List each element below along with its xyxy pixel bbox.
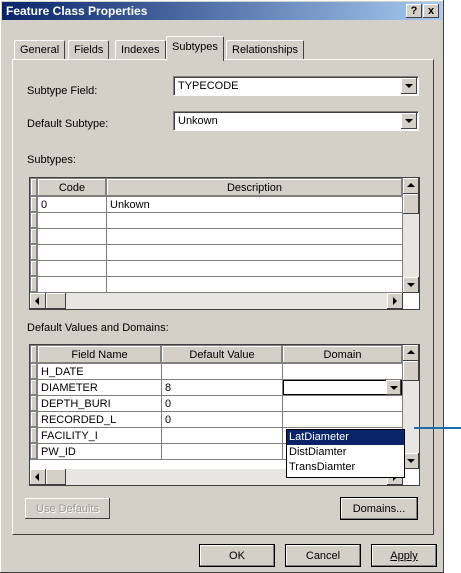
default-values-grid[interactable]: Field Name Default Value Domain H_DATE D… bbox=[29, 344, 420, 486]
row-header bbox=[30, 178, 38, 197]
table-row[interactable] bbox=[30, 244, 403, 261]
table-row[interactable] bbox=[30, 260, 403, 277]
subtype-field-value: TYPECODE bbox=[178, 80, 239, 92]
domains-button[interactable]: Domains... bbox=[340, 497, 418, 520]
scroll-thumb[interactable] bbox=[403, 194, 419, 214]
tab-subtypes[interactable]: Subtypes bbox=[166, 36, 224, 61]
column-header-code[interactable]: Code bbox=[37, 178, 107, 197]
default-subtype-value: Unkown bbox=[178, 115, 218, 127]
title-bar: Feature Class Properties ? x bbox=[2, 2, 442, 20]
scroll-thumb[interactable] bbox=[46, 469, 66, 485]
close-button[interactable]: x bbox=[423, 4, 439, 18]
chevron-down-icon[interactable] bbox=[401, 78, 417, 94]
domain-dropdown-list[interactable]: LatDiameter DistDiamter TransDiamter bbox=[286, 429, 405, 478]
table-row[interactable] bbox=[30, 276, 403, 293]
subtype-field-combo[interactable]: TYPECODE bbox=[173, 76, 419, 96]
tab-indexes[interactable]: Indexes bbox=[115, 40, 166, 59]
cell-code[interactable] bbox=[37, 244, 107, 261]
default-subtype-combo[interactable]: Unkown bbox=[173, 111, 419, 131]
cell-field-name[interactable]: H_DATE bbox=[37, 363, 162, 380]
cell-description[interactable] bbox=[106, 244, 403, 261]
table-row[interactable]: H_DATE bbox=[30, 363, 403, 380]
cell-description[interactable] bbox=[106, 276, 403, 293]
cell-field-name[interactable]: DIAMETER bbox=[37, 379, 162, 396]
table-row[interactable]: 0 Unkown bbox=[30, 196, 403, 213]
cell-field-name[interactable]: RECORDED_L bbox=[37, 411, 162, 428]
tab-relationships[interactable]: Relationships bbox=[226, 40, 305, 59]
domain-option-transdiamter[interactable]: TransDiamter bbox=[287, 460, 404, 475]
scroll-thumb[interactable] bbox=[46, 293, 66, 309]
tab-fields[interactable]: Fields bbox=[68, 40, 110, 59]
column-header-field-name[interactable]: Field Name bbox=[37, 345, 162, 364]
cell-code[interactable] bbox=[37, 228, 107, 245]
cell-field-name[interactable]: DEPTH_BURI bbox=[37, 395, 162, 412]
cell-field-name[interactable]: FACILITY_I bbox=[37, 427, 162, 444]
cell-code[interactable] bbox=[37, 260, 107, 277]
scroll-left-arrow-icon[interactable] bbox=[30, 469, 46, 485]
row-header bbox=[30, 345, 38, 364]
scroll-down-arrow-icon[interactable] bbox=[403, 277, 419, 293]
chevron-down-icon[interactable] bbox=[386, 380, 401, 395]
scroll-right-arrow-icon[interactable] bbox=[387, 293, 403, 309]
use-defaults-button[interactable]: Use Defaults bbox=[24, 497, 111, 520]
cell-description[interactable]: Unkown bbox=[106, 196, 403, 213]
cell-default-value[interactable] bbox=[161, 427, 283, 444]
cell-domain[interactable] bbox=[282, 363, 403, 380]
chevron-down-icon[interactable] bbox=[401, 113, 417, 129]
subtype-field-label: Subtype Field: bbox=[27, 85, 98, 97]
scroll-left-arrow-icon[interactable] bbox=[30, 293, 46, 309]
table-row[interactable] bbox=[30, 212, 403, 229]
help-button[interactable]: ? bbox=[406, 4, 422, 18]
cell-default-value[interactable]: 0 bbox=[161, 395, 283, 412]
cell-domain[interactable] bbox=[282, 411, 403, 428]
cell-description[interactable] bbox=[106, 260, 403, 277]
horizontal-scrollbar[interactable] bbox=[30, 293, 403, 309]
domain-option-distdiamter[interactable]: DistDiamter bbox=[287, 445, 404, 460]
subtypes-grid[interactable]: Code Description 0 Unkown bbox=[29, 177, 420, 310]
cell-default-value[interactable]: 8 bbox=[161, 379, 283, 396]
subtypes-label: Subtypes: bbox=[27, 154, 76, 166]
cell-default-value[interactable]: 0 bbox=[161, 411, 283, 428]
vertical-scrollbar[interactable] bbox=[403, 345, 419, 469]
column-header-description[interactable]: Description bbox=[106, 178, 403, 197]
cancel-button[interactable]: Cancel bbox=[285, 544, 361, 567]
vertical-scrollbar[interactable] bbox=[403, 178, 419, 293]
default-values-label: Default Values and Domains: bbox=[27, 322, 169, 334]
scroll-up-arrow-icon[interactable] bbox=[403, 345, 419, 361]
cell-description[interactable] bbox=[106, 212, 403, 229]
column-header-domain[interactable]: Domain bbox=[282, 345, 403, 364]
callout-line bbox=[414, 427, 461, 429]
window-title: Feature Class Properties bbox=[6, 4, 148, 18]
ok-button[interactable]: OK bbox=[199, 544, 275, 567]
default-subtype-label: Default Subtype: bbox=[27, 118, 109, 130]
feature-class-properties-dialog: Feature Class Properties ? x General Fie… bbox=[0, 0, 444, 573]
cell-code[interactable] bbox=[37, 212, 107, 229]
cell-default-value[interactable] bbox=[161, 443, 283, 460]
domain-option-latdiameter[interactable]: LatDiameter bbox=[287, 430, 404, 445]
cell-code[interactable]: 0 bbox=[37, 196, 107, 213]
cell-field-name[interactable]: PW_ID bbox=[37, 443, 162, 460]
table-row[interactable] bbox=[30, 228, 403, 245]
table-row[interactable]: DIAMETER 8 bbox=[30, 379, 403, 396]
column-header-default-value[interactable]: Default Value bbox=[161, 345, 283, 364]
subtypes-panel: Subtype Field: TYPECODE Default Subtype:… bbox=[12, 59, 434, 535]
cell-default-value[interactable] bbox=[161, 363, 283, 380]
scroll-thumb[interactable] bbox=[403, 361, 419, 381]
cell-code[interactable] bbox=[37, 276, 107, 293]
cell-domain-editing[interactable] bbox=[282, 379, 403, 396]
apply-button[interactable]: Apply bbox=[371, 544, 437, 567]
table-row[interactable]: RECORDED_L 0 bbox=[30, 411, 403, 428]
cell-domain[interactable] bbox=[282, 395, 403, 412]
tab-general[interactable]: General bbox=[14, 40, 66, 59]
scroll-down-arrow-icon[interactable] bbox=[403, 453, 419, 469]
table-row[interactable]: DEPTH_BURI 0 bbox=[30, 395, 403, 412]
scroll-up-arrow-icon[interactable] bbox=[403, 178, 419, 194]
cell-description[interactable] bbox=[106, 228, 403, 245]
